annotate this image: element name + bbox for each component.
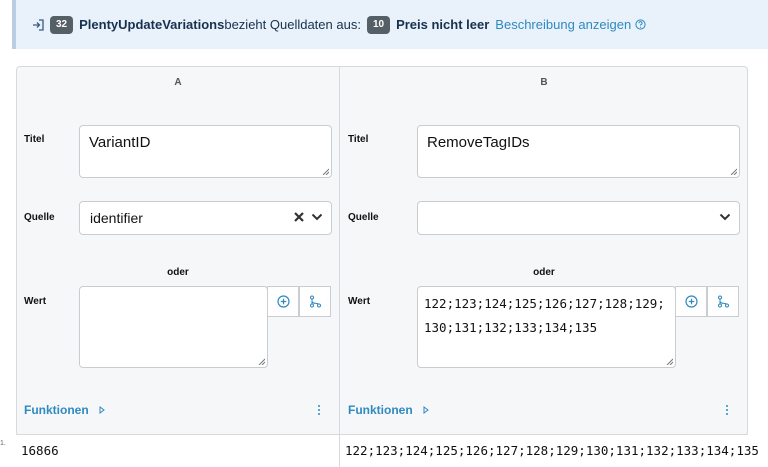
result-divider <box>339 434 340 467</box>
result-a: 16866 <box>21 443 59 458</box>
chevron-down-icon[interactable] <box>311 212 323 222</box>
title-value-b: RemoveTagIDs <box>427 134 530 151</box>
title-label-a: Titel <box>24 134 45 145</box>
add-value-button-a[interactable] <box>267 286 299 317</box>
functions-toggle-b[interactable]: Funktionen <box>348 403 429 417</box>
clear-icon[interactable] <box>293 211 305 223</box>
resize-grip-icon[interactable] <box>666 358 673 365</box>
kebab-menu-icon[interactable] <box>725 404 729 416</box>
value-input-b[interactable]: 122;123;124;125;126;127;128;129;130;131;… <box>417 286 676 368</box>
source-name: PlentyUpdateVariations <box>79 17 225 32</box>
column-header-a: A <box>174 77 182 88</box>
result-b: 122;123;124;125;126;127;128;129;130;131;… <box>345 443 759 458</box>
column-header-b: B <box>540 77 548 88</box>
title-value-a: VariantID <box>89 134 151 151</box>
functions-label-b: Funktionen <box>348 403 413 417</box>
plus-circle-icon <box>276 295 290 308</box>
info-banner: 32 PlentyUpdateVariations bezieht Quelld… <box>12 0 768 49</box>
value-input-a[interactable] <box>79 286 268 368</box>
triangle-right-icon <box>99 406 105 414</box>
branch-button-a[interactable] <box>299 286 331 317</box>
source-select-b[interactable] <box>417 201 740 235</box>
value-text-b: 122;123;124;125;126;127;128;129;130;131;… <box>424 296 665 335</box>
resize-grip-icon[interactable] <box>730 168 737 175</box>
plus-circle-icon <box>684 295 698 308</box>
value-label-b: Wert <box>348 296 371 307</box>
title-label-b: Titel <box>348 134 369 145</box>
title-input-a[interactable]: VariantID <box>79 125 332 178</box>
column-divider <box>339 66 340 467</box>
row-number: 1. <box>0 440 6 447</box>
triangle-right-icon <box>423 406 429 414</box>
target-name: Preis nicht leer <box>396 17 490 32</box>
mapping-table <box>16 66 748 436</box>
enter-icon <box>33 18 44 31</box>
source-count-badge: 32 <box>50 15 74 34</box>
kebab-menu-icon[interactable] <box>317 404 321 416</box>
source-label-b: Quelle <box>348 212 379 223</box>
resize-grip-icon[interactable] <box>258 358 265 365</box>
functions-label-a: Funktionen <box>24 403 89 417</box>
source-select-a[interactable]: identifier <box>79 201 332 235</box>
help-icon[interactable] <box>635 19 646 30</box>
show-description-link[interactable]: Beschreibung anzeigen <box>495 17 631 32</box>
add-value-button-b[interactable] <box>675 286 707 317</box>
or-label-b: oder <box>533 267 555 278</box>
source-label-a: Quelle <box>24 212 55 223</box>
branch-icon <box>309 295 321 308</box>
banner-text: bezieht Quelldaten aus: <box>224 17 361 32</box>
chevron-down-icon[interactable] <box>719 212 731 222</box>
branch-button-b[interactable] <box>707 286 739 317</box>
or-label-a: oder <box>167 267 189 278</box>
functions-toggle-a[interactable]: Funktionen <box>24 403 105 417</box>
resize-grip-icon[interactable] <box>322 168 329 175</box>
branch-icon <box>717 295 729 308</box>
title-input-b[interactable]: RemoveTagIDs <box>417 125 740 178</box>
source-value-a: identifier <box>90 210 143 226</box>
value-label-a: Wert <box>24 296 47 307</box>
target-count-badge: 10 <box>366 15 391 34</box>
